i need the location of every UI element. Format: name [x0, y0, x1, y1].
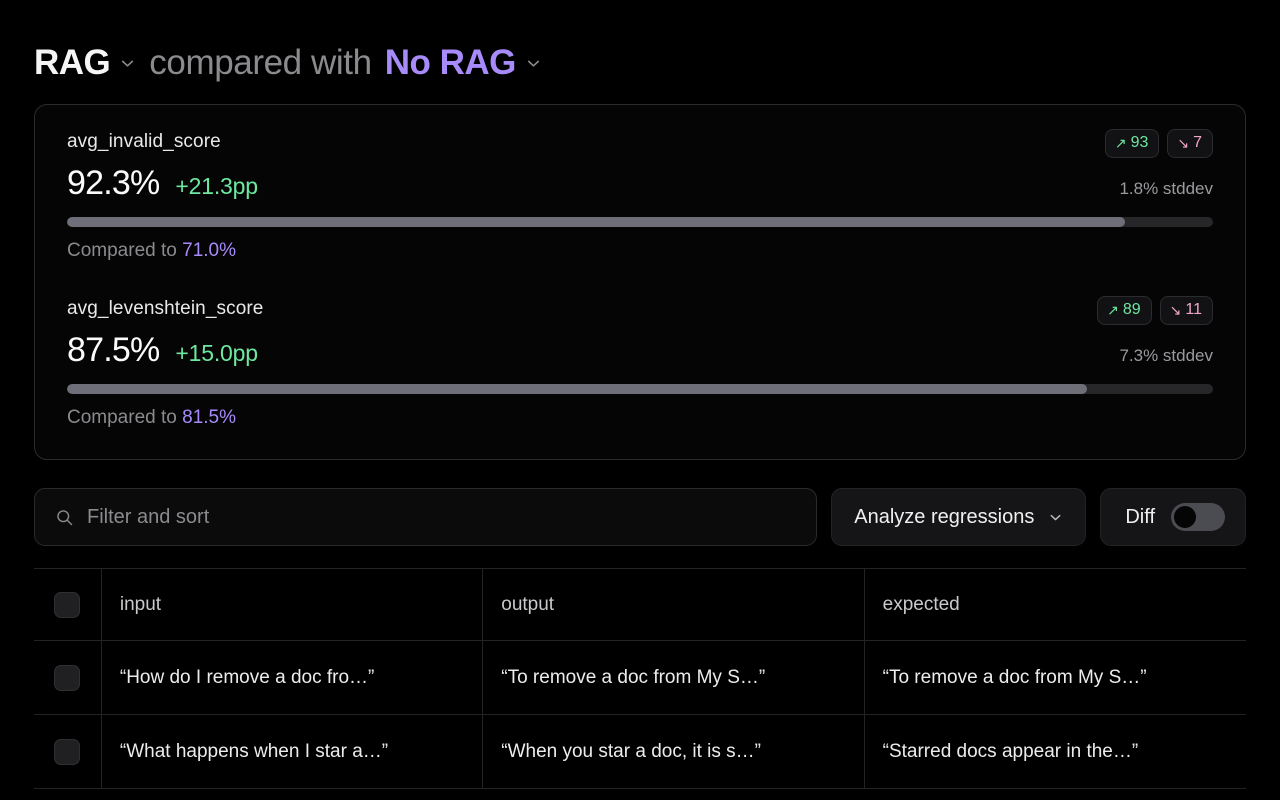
metric-avg-levenshtein-score: avg_levenshtein_score ↗ 89 ↘ 11 87.5% +1… [67, 296, 1213, 429]
comparison-experiment-dropdown[interactable]: No RAG [385, 43, 542, 83]
metric-progress-fill [67, 217, 1125, 227]
table-row[interactable]: “What happens when I star a…” “When you … [34, 715, 1246, 789]
table-header-row: input output expected [34, 569, 1246, 641]
row-checkbox[interactable] [54, 738, 81, 765]
metric-comparison-line: Compared to 71.0% [67, 240, 1213, 262]
compared-to-label: Compared to [67, 240, 177, 261]
metric-value: 92.3% [67, 164, 160, 202]
regressed-count-badge[interactable]: ↘ 7 [1167, 129, 1213, 158]
row-checkbox[interactable] [54, 664, 81, 691]
column-label: output [501, 593, 555, 615]
metric-avg-invalid-score: avg_invalid_score ↗ 93 ↘ 7 92.3% +21.3pp [67, 129, 1213, 262]
experiment-comparison-page: RAG compared with No RAG avg_invalid_sco… [0, 0, 1280, 800]
comparison-header: RAG compared with No RAG [34, 0, 1246, 104]
cell-output[interactable]: “To remove a doc from My S…” [483, 641, 865, 714]
row-select-cell[interactable] [34, 641, 102, 714]
metric-header-row: avg_levenshtein_score ↗ 89 ↘ 11 [67, 296, 1213, 325]
metric-value-row: 92.3% +21.3pp 1.8% stddev [67, 164, 1213, 203]
chevron-down-icon [1048, 510, 1063, 525]
metric-value-group: 92.3% +21.3pp [67, 164, 258, 203]
metric-progress-bar [67, 217, 1213, 227]
analyze-regressions-button[interactable]: Analyze regressions [831, 488, 1087, 546]
cell-text: “Starred docs appear in the…” [882, 740, 1139, 762]
table-toolbar: Analyze regressions Diff [34, 488, 1246, 546]
diff-label: Diff [1125, 505, 1155, 528]
cell-input[interactable]: “What happens when I star a…” [102, 715, 484, 788]
column-label: expected [882, 593, 960, 615]
select-all-cell[interactable] [34, 569, 102, 640]
cell-text: “To remove a doc from My S…” [882, 666, 1147, 688]
arrow-up-right-icon: ↗ [1114, 135, 1127, 151]
improved-count: 93 [1130, 134, 1149, 151]
column-header-input[interactable]: input [102, 569, 484, 640]
select-all-checkbox[interactable] [54, 591, 81, 618]
metric-comparison-line: Compared to 81.5% [67, 407, 1213, 429]
cell-text: “To remove a doc from My S…” [501, 666, 766, 688]
cell-text: “How do I remove a doc fro…” [119, 666, 375, 688]
results-table: input output expected “How do I remove a… [34, 568, 1246, 789]
chevron-down-icon [119, 55, 136, 72]
metric-stddev: 1.8% stddev [1119, 179, 1213, 198]
metric-badges: ↗ 89 ↘ 11 [1097, 296, 1213, 325]
cell-expected[interactable]: “Starred docs appear in the…” [865, 715, 1246, 788]
arrow-up-right-icon: ↗ [1107, 302, 1119, 318]
compared-to-value: 81.5% [182, 407, 236, 428]
metric-value: 87.5% [67, 331, 160, 369]
compared-to-value: 71.0% [182, 240, 236, 261]
cell-expected[interactable]: “To remove a doc from My S…” [865, 641, 1246, 714]
metric-delta: +21.3pp [175, 173, 258, 199]
metric-header-row: avg_invalid_score ↗ 93 ↘ 7 [67, 129, 1213, 158]
regressed-count: 7 [1193, 134, 1202, 151]
arrow-down-right-icon: ↘ [1177, 135, 1190, 151]
table-row[interactable]: “How do I remove a doc fro…” “To remove … [34, 641, 1246, 715]
primary-experiment-label: RAG [34, 43, 111, 82]
metric-badges: ↗ 93 ↘ 7 [1104, 129, 1213, 158]
compared-to-label: Compared to [67, 407, 177, 428]
metric-progress-fill [67, 384, 1087, 394]
cell-text: “What happens when I star a…” [119, 740, 389, 762]
metric-delta: +15.0pp [175, 340, 258, 366]
arrow-down-right-icon: ↘ [1169, 302, 1182, 318]
search-icon [55, 508, 74, 527]
metric-value-row: 87.5% +15.0pp 7.3% stddev [67, 331, 1213, 370]
column-label: input [119, 593, 162, 615]
chevron-down-icon [525, 55, 542, 72]
metric-name: avg_levenshtein_score [67, 298, 264, 319]
metric-progress-bar [67, 384, 1213, 394]
metric-stddev: 7.3% stddev [1119, 346, 1213, 365]
metric-value-group: 87.5% +15.0pp [67, 331, 258, 370]
improved-count-badge[interactable]: ↗ 89 [1097, 296, 1152, 325]
comparison-experiment-label: No RAG [384, 43, 517, 82]
cell-output[interactable]: “When you star a doc, it is s…” [483, 715, 865, 788]
row-select-cell[interactable] [34, 715, 102, 788]
search-input[interactable] [87, 505, 797, 529]
column-header-expected[interactable]: expected [865, 569, 1246, 640]
diff-toggle-switch[interactable] [1171, 503, 1225, 531]
analyze-regressions-label: Analyze regressions [854, 505, 1035, 528]
cell-input[interactable]: “How do I remove a doc fro…” [102, 641, 484, 714]
primary-experiment-dropdown[interactable]: RAG [34, 43, 136, 83]
cell-text: “When you star a doc, it is s…” [501, 740, 761, 762]
toggle-knob [1174, 506, 1196, 528]
regressed-count-badge[interactable]: ↘ 11 [1159, 296, 1213, 325]
column-header-output[interactable]: output [483, 569, 865, 640]
improved-count: 89 [1122, 301, 1141, 318]
improved-count-badge[interactable]: ↗ 93 [1104, 129, 1160, 158]
metrics-summary-card: avg_invalid_score ↗ 93 ↘ 7 92.3% +21.3pp [34, 104, 1246, 460]
compared-with-label: compared with [149, 43, 372, 82]
filter-and-sort-field[interactable] [34, 488, 818, 546]
metric-name: avg_invalid_score [67, 131, 221, 152]
regressed-count: 11 [1185, 301, 1202, 318]
diff-toggle-button[interactable]: Diff [1100, 488, 1246, 546]
